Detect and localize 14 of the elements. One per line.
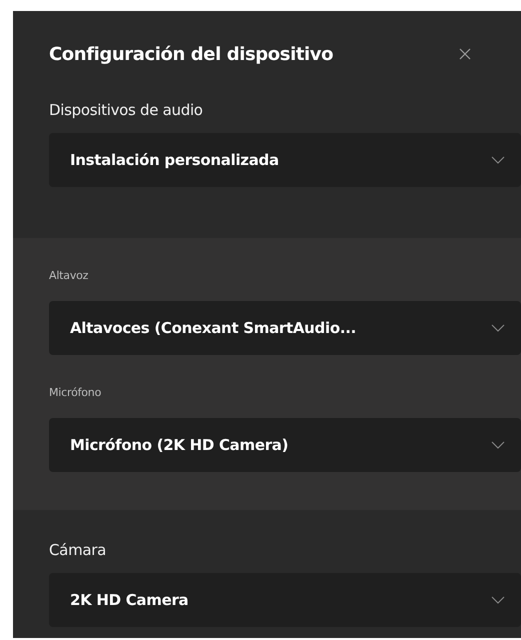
chevron-down-icon [491,441,505,449]
dropdown-field[interactable]: Instalación personalizada [49,133,521,187]
field-label: Cámara [49,541,108,559]
close-icon[interactable] [459,48,471,60]
field-label: Dispositivos de audio [49,101,204,119]
panel-title: Configuración del dispositivo [49,44,334,64]
field-label: Micrófono [49,386,102,399]
dropdown-field[interactable]: Altavoces (Conexant SmartAudio... [49,301,521,355]
dropdown-field[interactable]: 2K HD Camera [49,573,521,627]
chevron-down-icon [491,596,505,604]
field-label: Altavoz [49,269,90,282]
chevron-down-icon [491,324,505,332]
dropdown-field[interactable]: Micrófono (2K HD Camera) [49,418,521,472]
chevron-down-icon [491,156,505,164]
